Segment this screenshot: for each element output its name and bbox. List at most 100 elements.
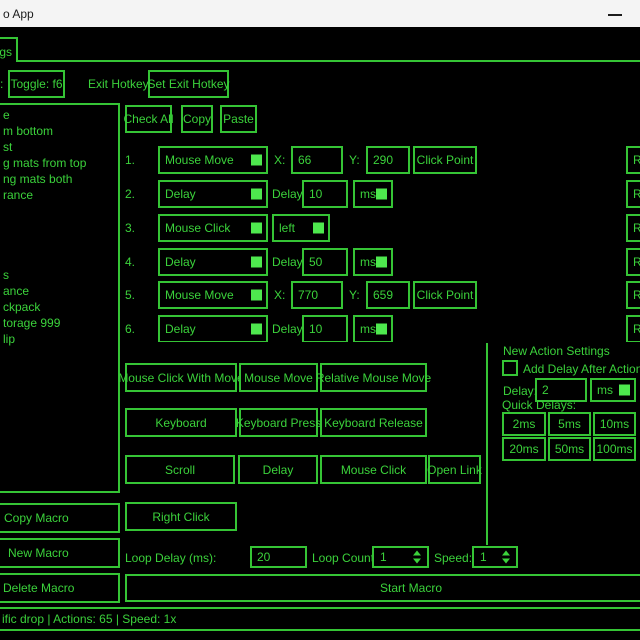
add-keyboard-press-button[interactable]: Keyboard Press — [239, 408, 318, 437]
action-type-dropdown[interactable]: Delay — [158, 180, 268, 208]
paste-label: Paste — [223, 112, 254, 126]
click-point-button[interactable]: Click Point — [413, 146, 477, 174]
x-input-value: 770 — [298, 288, 318, 302]
new-macro-button[interactable]: New Macro — [0, 538, 120, 568]
loop-delay-label: Loop Delay (ms): — [125, 551, 216, 565]
remove-action-label: Remove — [633, 153, 640, 167]
x-label: X: — [274, 153, 285, 167]
action-row-number: 6. — [125, 315, 145, 343]
minimize-icon[interactable] — [608, 14, 622, 16]
toggle-hotkey-button[interactable]: Toggle: f6 — [8, 70, 65, 98]
remove-action-button[interactable]: Remove — [626, 281, 640, 309]
action-type-dropdown[interactable]: Mouse Move — [158, 281, 268, 309]
action-row-number: 1. — [125, 146, 145, 174]
quick-delay-label: 100ms — [596, 442, 632, 456]
new-action-delay-unit-dropdown[interactable]: ms — [590, 378, 636, 402]
new-action-settings-title: New Action Settings — [503, 344, 610, 358]
copy-button[interactable]: Copy — [181, 105, 213, 133]
new-macro-label: New Macro — [8, 546, 69, 560]
tab-strip-divider — [18, 60, 640, 62]
macro-list-item[interactable]: e — [3, 108, 10, 123]
title-bar: o App — [0, 0, 640, 27]
x-input[interactable]: 770 — [291, 281, 343, 309]
loop-count-stepper[interactable]: 1 — [372, 546, 429, 568]
y-input[interactable]: 290 — [366, 146, 410, 174]
start-macro-button[interactable]: Start Macro — [125, 574, 640, 602]
stepper-arrows-icon[interactable] — [413, 551, 421, 564]
click-point-button[interactable]: Click Point — [413, 281, 477, 309]
copy-macro-button[interactable]: Copy Macro — [0, 503, 120, 533]
dropdown-indicator-icon — [251, 257, 262, 268]
set-exit-hotkey-button[interactable]: Set Exit Hotkey — [148, 70, 229, 98]
delay-label: Delay: — [272, 255, 306, 269]
add-open-link-button[interactable]: Open Link — [428, 455, 481, 484]
speed-stepper[interactable]: 1 — [472, 546, 518, 568]
dropdown-indicator-icon — [251, 290, 262, 301]
add-mouse-move-button[interactable]: Mouse Move — [239, 363, 318, 392]
delay-unit-value: ms — [360, 187, 376, 201]
add-delay-after-action-checkbox[interactable] — [502, 360, 518, 376]
delay-unit-dropdown[interactable]: ms — [353, 248, 393, 276]
add-keyboard-button[interactable]: Keyboard — [125, 408, 237, 437]
check-all-button[interactable]: Check All — [125, 105, 172, 133]
set-exit-hotkey-button-label: Set Exit Hotkey — [147, 77, 229, 91]
quick-delay-100ms-button[interactable]: 100ms — [593, 437, 636, 461]
add-scroll-button[interactable]: Scroll — [125, 455, 235, 484]
y-input-value: 659 — [373, 288, 393, 302]
quick-delays-label: Quick Delays: — [502, 398, 576, 412]
mouse-button-dropdown[interactable]: left — [272, 214, 330, 242]
palette-label: Scroll — [165, 463, 195, 477]
remove-action-button[interactable]: Remove — [626, 180, 640, 208]
add-keyboard-release-button[interactable]: Keyboard Release — [320, 408, 427, 437]
loop-delay-input[interactable]: 20 — [250, 546, 307, 568]
x-input[interactable]: 66 — [291, 146, 343, 174]
dropdown-indicator-icon — [251, 223, 262, 234]
remove-action-label: Remove — [633, 288, 640, 302]
stepper-arrows-icon[interactable] — [502, 551, 510, 564]
remove-action-button[interactable]: Remove — [626, 146, 640, 174]
macro-list-item[interactable]: m bottom — [3, 124, 53, 139]
dropdown-indicator-icon — [376, 324, 387, 335]
toggle-hotkey-label: : — [0, 77, 3, 91]
speed-label: Speed: — [434, 551, 472, 565]
quick-delay-10ms-button[interactable]: 10ms — [593, 412, 636, 436]
add-mouse-click-with-move-button[interactable]: Mouse Click With Move — [125, 363, 237, 392]
remove-action-button[interactable]: Remove — [626, 315, 640, 343]
delay-input[interactable]: 10 — [302, 180, 348, 208]
action-type-dropdown[interactable]: Mouse Click — [158, 214, 268, 242]
quick-delay-2ms-button[interactable]: 2ms — [502, 412, 546, 436]
delay-unit-dropdown[interactable]: ms — [353, 315, 393, 343]
action-type-value: Mouse Move — [165, 153, 234, 167]
action-row-number: 5. — [125, 281, 145, 309]
quick-delay-5ms-button[interactable]: 5ms — [548, 412, 591, 436]
tab-settings[interactable]: gs — [0, 37, 18, 62]
add-mouse-click-button[interactable]: Mouse Click — [320, 455, 427, 484]
quick-delay-20ms-button[interactable]: 20ms — [502, 437, 546, 461]
speed-value: 1 — [480, 550, 487, 564]
delete-macro-button[interactable]: Delete Macro — [0, 573, 120, 603]
add-relative-mouse-move-button[interactable]: Relative Mouse Move — [320, 363, 427, 392]
add-delay-button[interactable]: Delay — [238, 455, 318, 484]
y-input-value: 290 — [373, 153, 393, 167]
remove-action-button[interactable]: Remove — [626, 214, 640, 242]
quick-delay-label: 2ms — [513, 417, 536, 431]
remove-action-label: Remove — [633, 187, 640, 201]
new-action-delay-unit-value: ms — [597, 383, 613, 397]
action-type-dropdown[interactable]: Mouse Move — [158, 146, 268, 174]
add-right-click-button[interactable]: Right Click — [125, 502, 237, 531]
action-type-dropdown[interactable]: Delay — [158, 315, 268, 343]
delay-label: Delay: — [272, 322, 306, 336]
palette-label: Delay — [263, 463, 294, 477]
delay-unit-dropdown[interactable]: ms — [353, 180, 393, 208]
delay-input[interactable]: 50 — [302, 248, 348, 276]
y-input[interactable]: 659 — [366, 281, 410, 309]
quick-delay-50ms-button[interactable]: 50ms — [548, 437, 591, 461]
action-row: 2. Delay Delay: 10 ms Remove — [0, 180, 640, 208]
action-type-value: Mouse Click — [165, 221, 230, 235]
paste-button[interactable]: Paste — [220, 105, 257, 133]
copy-label: Copy — [183, 112, 211, 126]
remove-action-button[interactable]: Remove — [626, 248, 640, 276]
delay-input[interactable]: 10 — [302, 315, 348, 343]
macro-app-window: o App gs : Toggle: f6 Exit Hotkey: Set E… — [0, 0, 640, 640]
action-type-dropdown[interactable]: Delay — [158, 248, 268, 276]
